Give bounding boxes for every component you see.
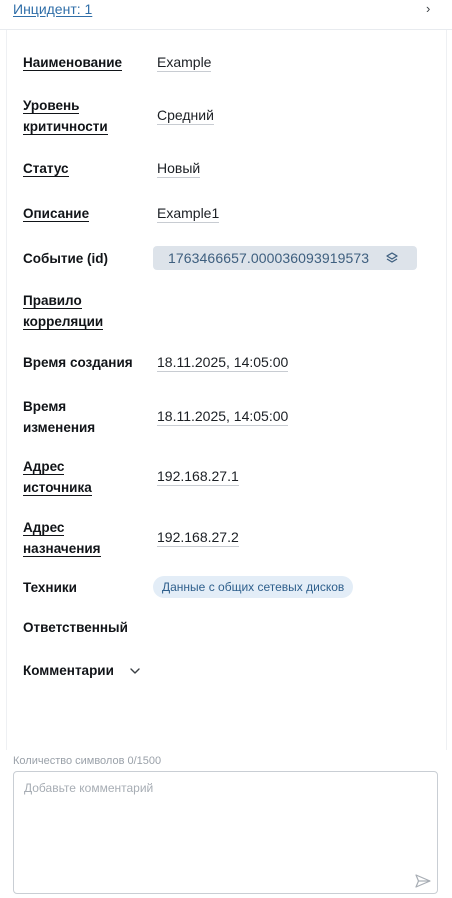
field-label-name: Наименование — [23, 55, 123, 71]
technique-chip[interactable]: Данные с общих сетевых дисков — [153, 576, 354, 598]
comments-toggle[interactable]: Комментарии — [23, 660, 140, 681]
field-label-description: Описание — [23, 206, 90, 222]
field-label-event: Событие (id) — [23, 251, 109, 266]
field-value-destination-address[interactable]: 192.168.27.2 — [157, 527, 239, 548]
field-value-status[interactable]: Новый — [157, 158, 201, 179]
field-value-created: 18.11.2025, 14:05:00 — [157, 354, 289, 372]
event-id-text: 1763466657.000036093919573 — [168, 250, 370, 266]
send-icon[interactable] — [414, 873, 432, 889]
comment-input[interactable] — [14, 772, 437, 893]
field-value-source-address[interactable]: 192.168.27.1 — [157, 466, 239, 487]
field-label-assignee: Ответственный — [23, 620, 128, 635]
panel-divider-left — [6, 30, 7, 750]
field-label-status: Статус — [23, 161, 69, 177]
field-label-severity: Уровень критичности — [23, 98, 108, 135]
comment-char-counter: Количество символов 0/1500 — [13, 755, 162, 767]
field-label-correlation-rule: Правило корреляции — [23, 293, 104, 330]
field-value-name[interactable]: Example — [157, 52, 212, 73]
event-id-chip[interactable]: 1763466657.000036093919573 — [153, 246, 417, 270]
field-label-techniques: Техники — [23, 580, 77, 595]
field-label-source-address: Адрес источника — [23, 459, 92, 496]
comments-label: Комментарии — [23, 663, 114, 678]
field-label-created: Время создания — [23, 355, 133, 370]
layers-icon[interactable] — [385, 251, 399, 265]
breadcrumb-incident[interactable]: Инцидент: 1 — [13, 1, 92, 17]
field-label-modified: Время изменения — [23, 399, 96, 435]
panel-divider-right — [446, 30, 447, 750]
chevron-right-icon[interactable]: › — [426, 1, 430, 16]
field-value-modified: 18.11.2025, 14:05:00 — [157, 408, 289, 426]
field-label-destination-address: Адрес назначения — [23, 520, 101, 557]
field-value-severity[interactable]: Средний — [157, 105, 214, 126]
chevron-down-icon[interactable] — [129, 665, 141, 677]
header-bar: Инцидент: 1 › — [0, 0, 452, 30]
field-value-description[interactable]: Example1 — [157, 203, 220, 224]
comment-field-wrapper — [13, 771, 438, 894]
